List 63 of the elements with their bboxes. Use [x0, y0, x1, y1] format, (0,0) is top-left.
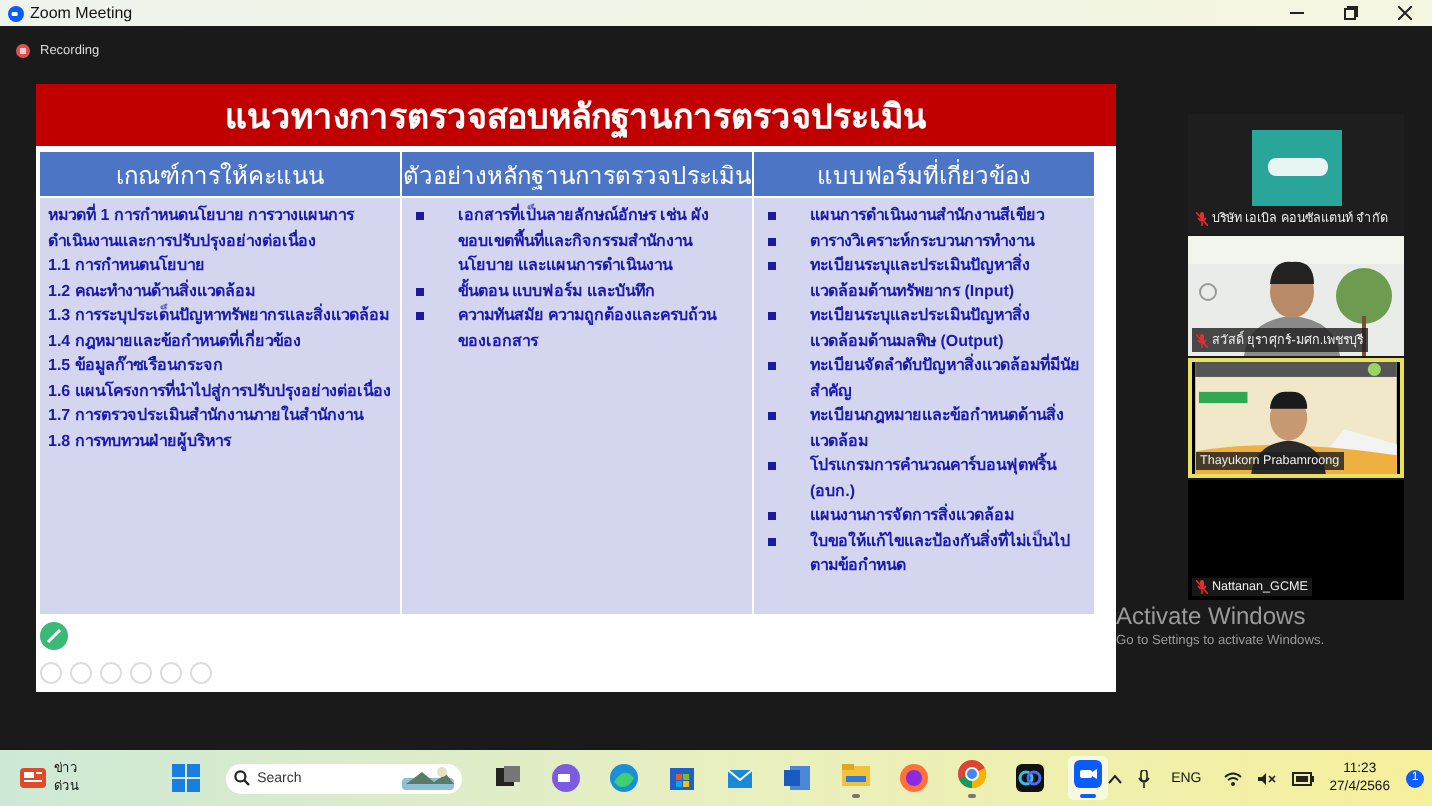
bullet-icon: [416, 287, 424, 295]
list-item-text: ขั้นตอน แบบฟอร์ม และบันทึก: [458, 279, 655, 303]
app-icon[interactable]: [1013, 762, 1046, 794]
document-icon[interactable]: [781, 762, 814, 794]
criteria-item: 1.6 แผนโครงการที่นำไปสู่การปรับปรุงอย่างต่อเนื่อง: [48, 379, 392, 404]
chrome-icon[interactable]: [955, 758, 988, 791]
landscape-icon: [401, 766, 454, 790]
wifi-icon[interactable]: [1223, 771, 1242, 785]
bullet-icon: [768, 262, 776, 270]
list-item-text: โปรแกรมการคำนวณคาร์บอนฟุตพริ้น (อบก.): [810, 454, 1059, 503]
minimize-icon[interactable]: [1290, 6, 1304, 20]
bullet-icon: [768, 362, 776, 370]
criteria-item: 1.5 ข้อมูลก๊าซเรือนกระจก: [48, 354, 225, 379]
bullet-icon: [768, 212, 776, 220]
store-icon[interactable]: [665, 762, 698, 794]
column-heading: ตัวอย่างหลักฐานการตรวจประเมิน: [402, 152, 752, 198]
bullet-icon: [416, 212, 424, 220]
activation-title: Activate Windows: [1116, 602, 1308, 630]
list-item-text: แผนงานการจัดการสิ่งแวดล้อม: [810, 504, 1014, 528]
list-item-text: ทะเบียนระบุและประเมินปัญหาสิ่งแวดล้อมด้านทรัพยากร (Input): [810, 254, 1032, 303]
criteria-item: 1.1 การกำหนดนโยบาย: [48, 254, 207, 278]
close-icon[interactable]: [1398, 6, 1412, 20]
caret-icon[interactable]: [1107, 773, 1122, 783]
column-heading: แบบฟอร์มที่เกี่ยวข้อง: [754, 152, 1094, 198]
section-title: หมวดที่ 1 การกำหนดนโยบาย การวางแผนการดำเนินงานและการปรับปรุงอย่างต่อเนื่อง: [48, 204, 357, 254]
video-chat-icon[interactable]: [549, 762, 582, 794]
list-item-text: เอกสารที่เป็นลายลักษณ์อักษร เช่น ผังขอบเขตพื้นที่และกิจกรรมสำนักงาน นโยบาย และแผนการดำเนินงาน: [458, 204, 711, 278]
browser-icon[interactable]: [607, 762, 640, 794]
news-icon[interactable]: [20, 768, 46, 788]
fox-browser-icon[interactable]: [897, 762, 930, 794]
bullet-icon: [768, 237, 776, 245]
restore-icon[interactable]: [1344, 6, 1358, 20]
list-item-text: ทะเบียนระบุและประเมินปัญหาสิ่งแวดล้อมด้านมลพิษ (Output): [810, 304, 1032, 353]
bullet-icon: [768, 537, 776, 545]
list-item-text: แผนการดำเนินงานสำนักงานสีเขียว: [810, 204, 1044, 228]
list-item-text: ความทันสมัย ความถูกต้องและครบถ้วนของเอกสาร: [458, 304, 719, 353]
criteria-item: 1.3 การระบุประเด็นปัญหาทรัพยากรและสิ่งแวดล้อม: [48, 304, 391, 329]
criteria-item: 1.4 กฎหมายและข้อกำหนดที่เกี่ยวข้อง: [48, 329, 303, 354]
search-icon: [233, 770, 250, 786]
list-item-text: ตารางวิเคราะห์กระบวนการทำงาน: [810, 229, 1034, 253]
battery-icon[interactable]: [1291, 771, 1314, 785]
bullet-icon: [416, 312, 424, 320]
recording-icon: [16, 43, 30, 57]
list-item-text: ทะเบียนจัดลำดับปัญหาสิ่งแวดล้อมที่มีนัยสำคัญ: [810, 354, 1082, 403]
list-item-text: ทะเบียนกฎหมายและข้อกำหนดด้านสิ่งแวดล้อม: [810, 404, 1066, 452]
folder-icon[interactable]: [839, 758, 872, 791]
criteria-item: 1.7 การตรวจประเมินสำนักงานภายในสำนักงาน: [48, 404, 366, 428]
zoom-logo-icon: [8, 5, 24, 21]
criteria-item: 1.2 คณะทำงานด้านสิ่งแวดล้อม: [48, 279, 257, 303]
start-icon[interactable]: [171, 764, 200, 792]
window-title: Zoom Meeting: [30, 4, 133, 22]
speaker-muted-icon[interactable]: [1257, 771, 1276, 785]
microphone-icon[interactable]: [1137, 769, 1150, 787]
bullet-icon: [768, 462, 776, 470]
bullet-icon: [768, 512, 776, 520]
column-heading: เกณฑ์การให้คะแนน: [40, 152, 400, 198]
annotate-button[interactable]: [40, 622, 68, 650]
list-item-text: ใบขอให้แก้ไขและป้องกันสิ่งที่ไม่เป็นไปตามข้อกำหนด: [810, 529, 1072, 578]
criteria-item: 1.8 การทบทวนฝ่ายผู้บริหาร: [48, 429, 234, 454]
bullet-icon: [768, 312, 776, 320]
slide-title: แนวทางการตรวจสอบหลักฐานการตรวจประเมิน: [36, 84, 1116, 146]
bullet-icon: [768, 412, 776, 420]
camera-app-icon[interactable]: [1071, 758, 1104, 791]
